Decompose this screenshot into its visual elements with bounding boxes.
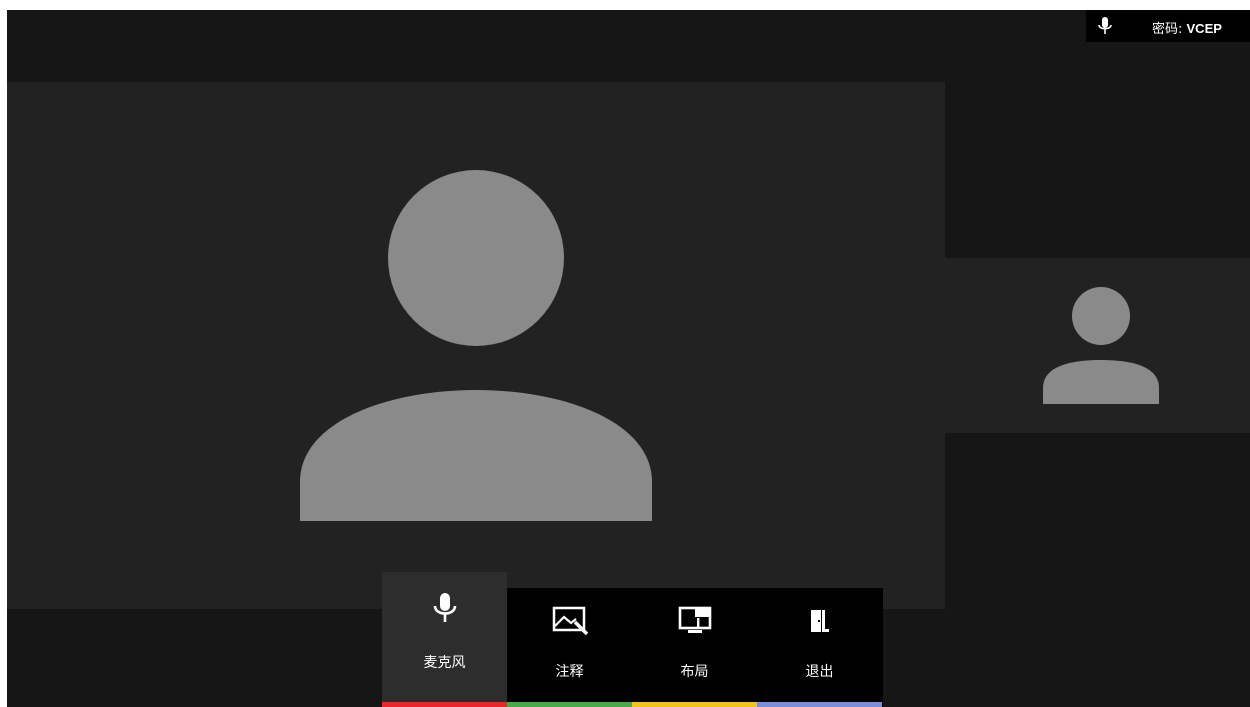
annotate-icon bbox=[552, 606, 589, 636]
conference-screen: 密码: VCEP 麦克风 注释 布局 退出 bbox=[7, 10, 1250, 707]
exit-label: 退出 bbox=[805, 664, 834, 680]
microphone-icon bbox=[433, 593, 457, 622]
top-status-bar: 密码: VCEP bbox=[1086, 10, 1250, 42]
annotate-button[interactable]: 注释 bbox=[507, 588, 632, 707]
microphone-color-bar bbox=[382, 702, 507, 707]
layout-button[interactable]: 布局 bbox=[632, 588, 757, 707]
participant-avatar-icon-small bbox=[1043, 287, 1159, 404]
participant-avatar-icon bbox=[300, 170, 652, 521]
layout-label: 布局 bbox=[680, 664, 709, 680]
meeting-toolbar: 麦克风 注释 布局 退出 bbox=[382, 572, 883, 707]
microphone-button[interactable]: 麦克风 bbox=[382, 572, 507, 707]
microphone-icon bbox=[1098, 17, 1112, 34]
password-label: 密码: bbox=[1152, 22, 1187, 37]
password-value: VCEP bbox=[1186, 21, 1222, 36]
main-video-tile[interactable] bbox=[7, 82, 945, 609]
exit-door-icon bbox=[811, 610, 829, 632]
layout-icon bbox=[678, 606, 712, 633]
microphone-label: 麦克风 bbox=[423, 655, 466, 671]
side-video-tile[interactable] bbox=[945, 258, 1250, 433]
annotate-color-bar bbox=[507, 702, 632, 707]
annotate-label: 注释 bbox=[555, 664, 584, 680]
layout-color-bar bbox=[632, 702, 757, 707]
exit-color-bar bbox=[757, 702, 882, 707]
exit-button[interactable]: 退出 bbox=[757, 588, 882, 707]
meeting-password: 密码: VCEP bbox=[1152, 18, 1222, 37]
